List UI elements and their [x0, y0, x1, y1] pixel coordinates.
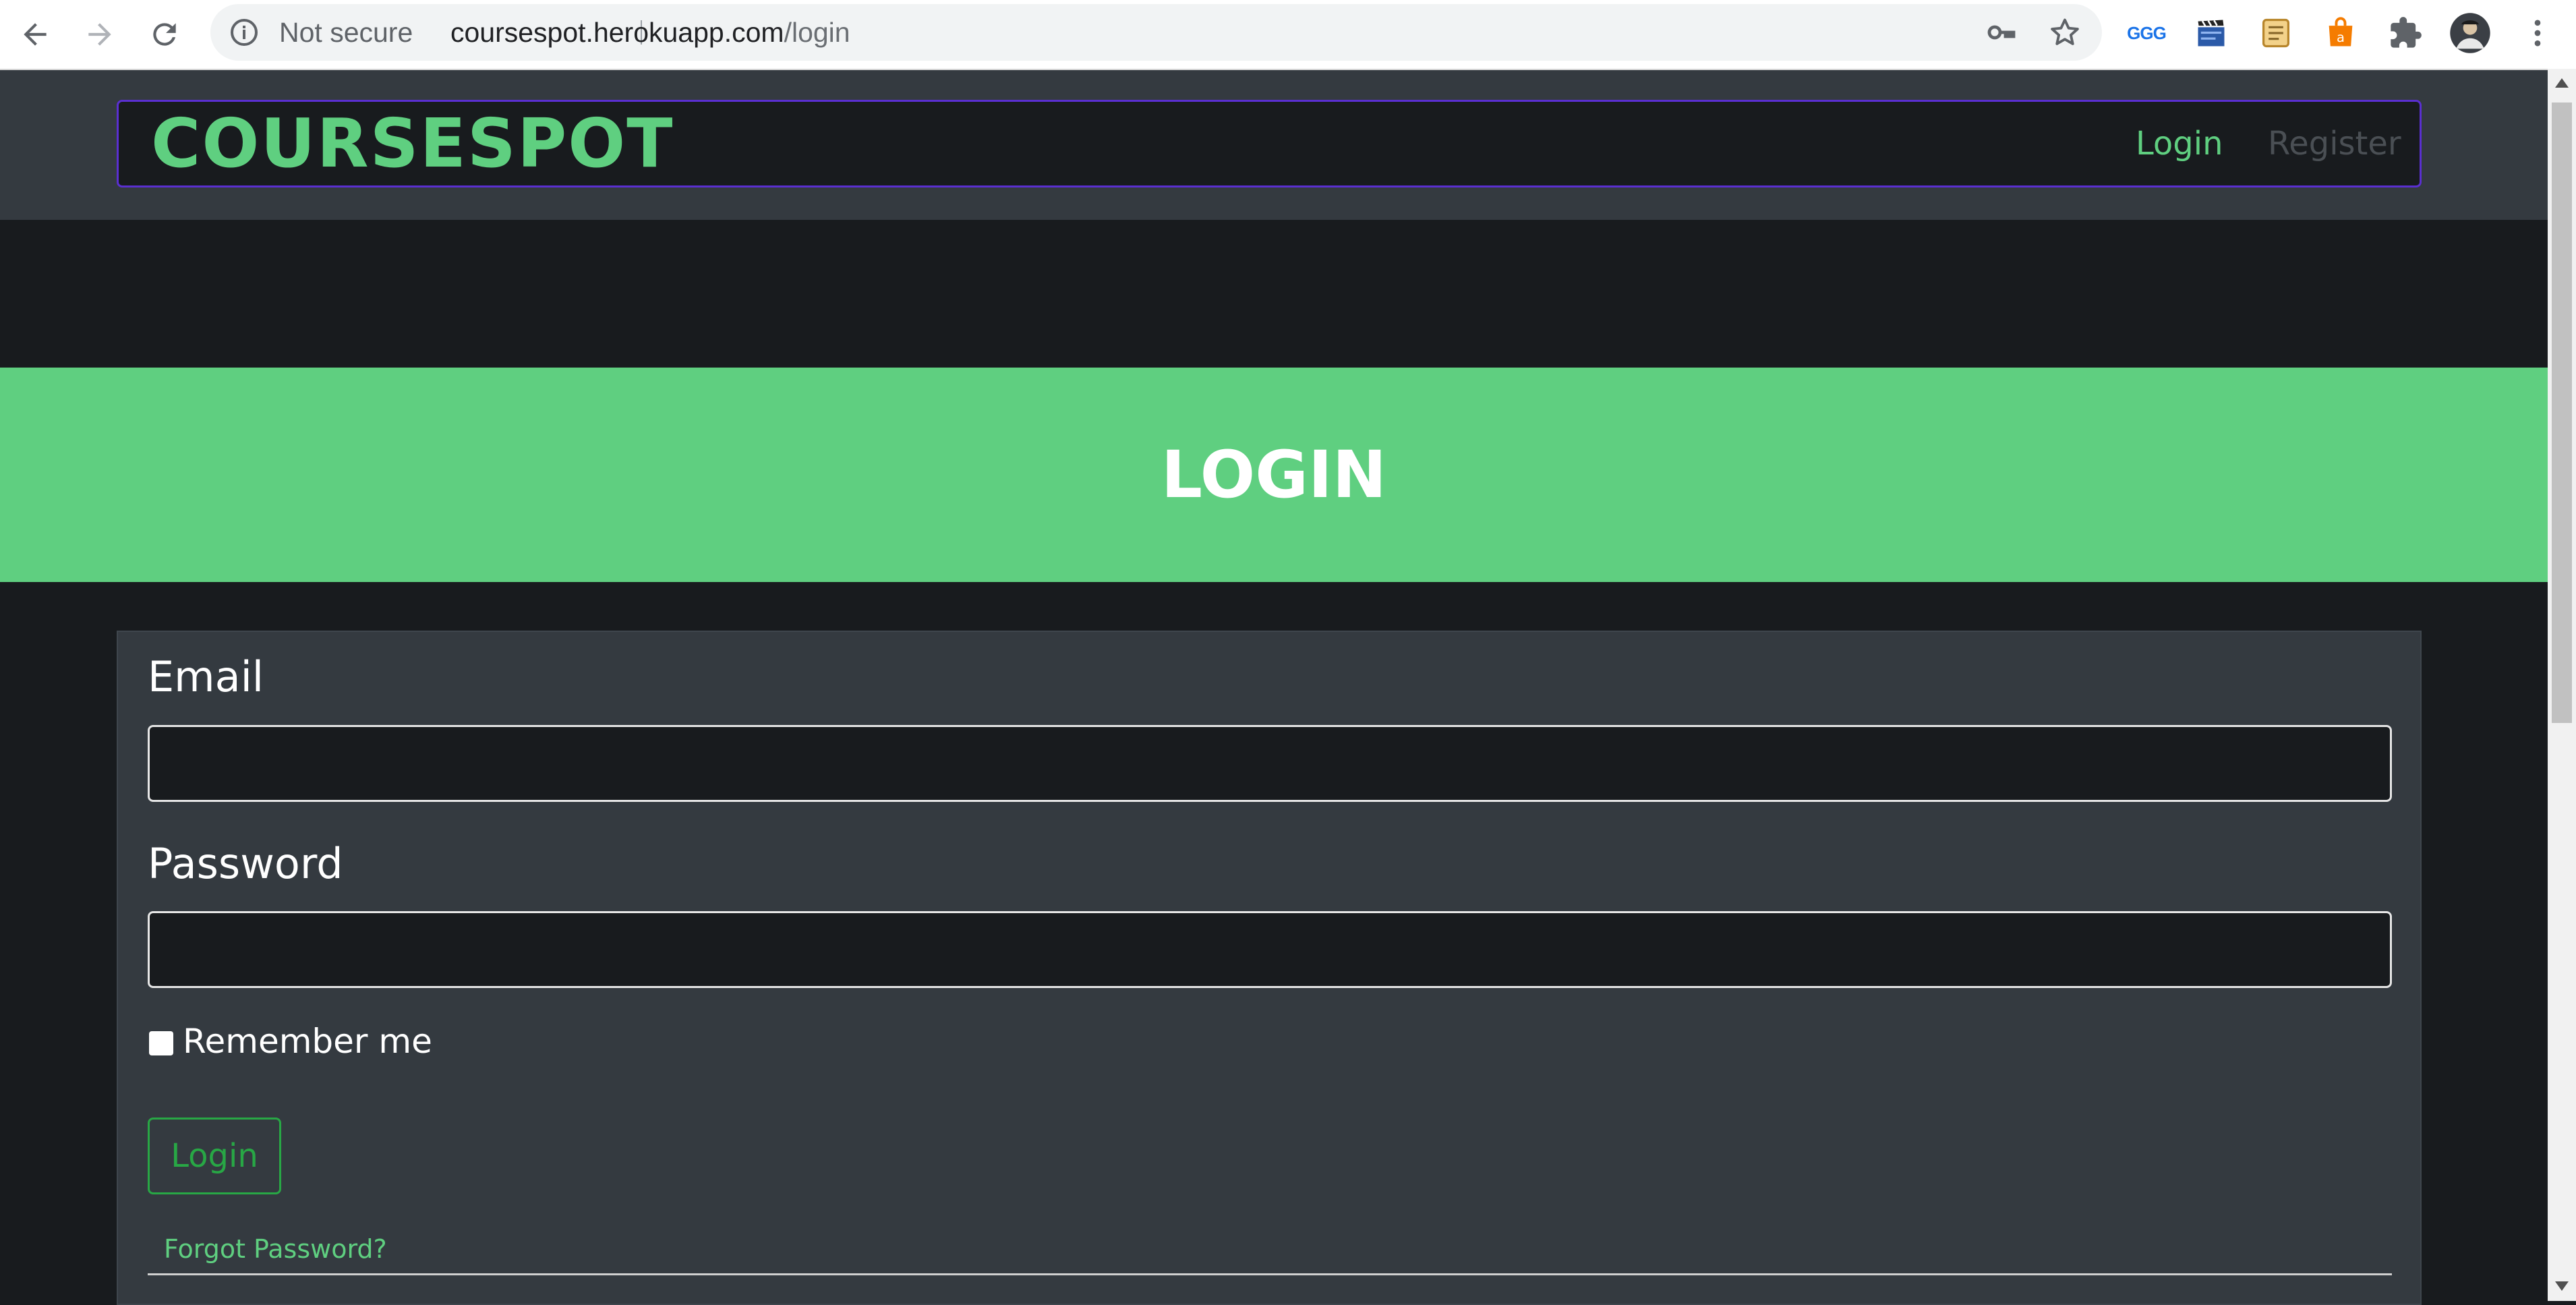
remember-me-checkbox[interactable]	[149, 1031, 173, 1055]
forward-arrow-icon[interactable]	[80, 14, 120, 55]
ggg-extension-icon[interactable]: GGG	[2126, 12, 2167, 54]
star-icon[interactable]	[2047, 15, 2082, 50]
profile-avatar[interactable]	[2449, 12, 2491, 54]
login-form: Email Password Remember me Login Forgot …	[117, 631, 2422, 1305]
svg-text:a: a	[2337, 30, 2345, 45]
security-label: Not secure	[279, 17, 413, 48]
notes-extension-icon[interactable]	[2255, 12, 2297, 54]
page-scrollbar[interactable]	[2548, 69, 2576, 1301]
scroll-down-arrow-icon[interactable]	[2555, 1281, 2569, 1291]
key-icon[interactable]	[1985, 16, 2018, 49]
nav-login-link[interactable]: Login	[2136, 102, 2223, 185]
address-bar[interactable]: Not secure coursespot.herokuapp.com/logi…	[210, 4, 2102, 61]
nav-register-link[interactable]: Register	[2268, 102, 2401, 185]
shopping-bag-extension-icon[interactable]: a	[2320, 12, 2362, 54]
url-text[interactable]: coursespot.herokuapp.com/login	[450, 4, 850, 61]
form-divider	[148, 1273, 2392, 1275]
info-icon[interactable]	[228, 16, 260, 49]
password-label: Password	[148, 839, 343, 888]
scroll-up-arrow-icon[interactable]	[2555, 78, 2569, 88]
hero-banner: LOGIN	[0, 368, 2548, 582]
page-title: LOGIN	[1161, 437, 1387, 513]
brand-logo[interactable]: COURSESPOT	[151, 102, 674, 185]
browser-toolbar: Not secure coursespot.herokuapp.com/logi…	[0, 0, 2576, 70]
email-field[interactable]	[148, 725, 2392, 802]
back-arrow-icon[interactable]	[15, 14, 55, 55]
clapperboard-extension-icon[interactable]	[2190, 12, 2232, 54]
forgot-password-link[interactable]: Forgot Password?	[164, 1234, 387, 1264]
url-domain: coursespot.herokuapp.com	[450, 17, 784, 48]
url-path: /login	[784, 17, 850, 48]
email-label: Email	[148, 652, 264, 701]
puzzle-extensions-icon[interactable]	[2384, 12, 2426, 54]
reload-icon[interactable]	[144, 14, 185, 55]
kebab-menu-icon[interactable]	[2517, 12, 2558, 54]
remember-me-label[interactable]: Remember me	[183, 1022, 432, 1061]
scrollbar-thumb[interactable]	[2552, 103, 2572, 723]
password-field[interactable]	[148, 911, 2392, 988]
site-navbar: COURSESPOT Login Register	[117, 100, 2422, 187]
login-submit-button[interactable]: Login	[148, 1118, 281, 1194]
